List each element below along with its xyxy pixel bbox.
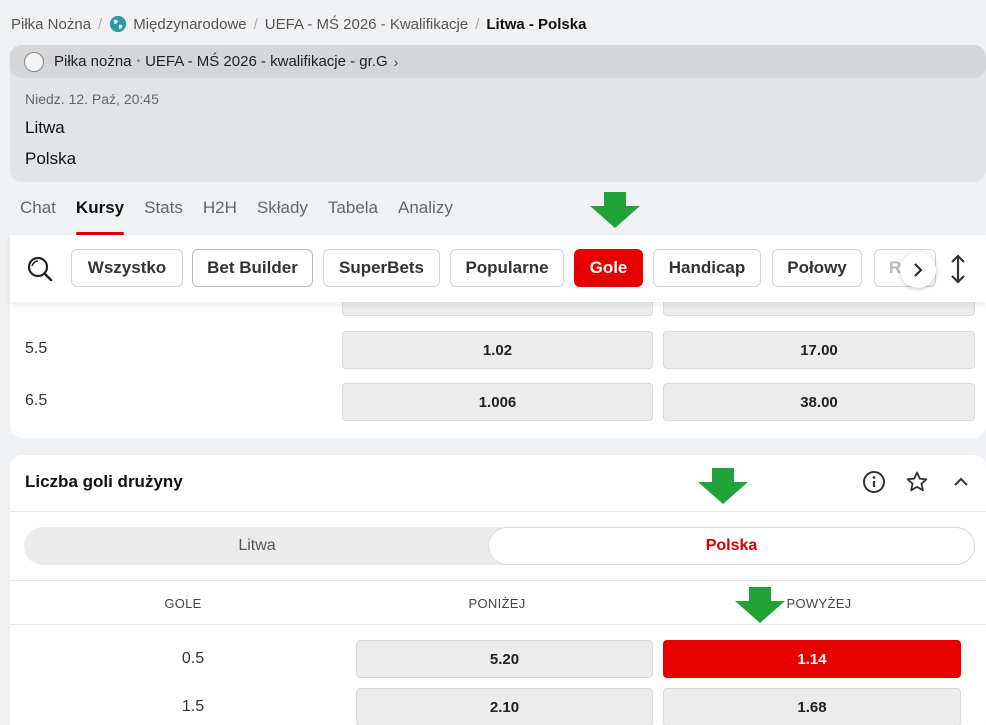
breadcrumb-item-current: Litwa - Polska — [486, 15, 587, 33]
filter-chip-handicap[interactable]: Handicap — [653, 249, 761, 287]
competition-label: UEFA - MŚ 2026 - kwalifikacje - gr.G — [145, 53, 388, 70]
odds-button-over[interactable]: 1.68 — [663, 688, 961, 725]
odds-button-under[interactable]: 1.02 — [342, 331, 653, 369]
breadcrumb-separator: / — [253, 15, 258, 33]
filter-chip-superbets[interactable]: SuperBets — [323, 249, 440, 287]
breadcrumb-separator: / — [98, 15, 103, 33]
filter-chip-gole[interactable]: Gole — [574, 249, 643, 287]
goal-line-label: 0.5 — [181, 650, 205, 667]
tab-tabela[interactable]: Tabela — [318, 195, 388, 235]
column-header-under: PONIŻEJ — [468, 596, 526, 611]
green-down-arrow-icon — [735, 587, 785, 623]
filter-chip-wszystko[interactable]: Wszystko — [71, 249, 183, 287]
event-card: Piłka nożna • UEFA - MŚ 2026 - kwalifika… — [10, 45, 986, 182]
market-title: Liczba goli drużyny — [25, 472, 183, 491]
event-tabs: Chat Kursy Stats H2H Składy Tabela Anali… — [10, 195, 463, 235]
divider — [10, 511, 986, 512]
green-down-arrow-icon — [590, 192, 640, 228]
tab-chat[interactable]: Chat — [10, 195, 66, 235]
goal-line-label: 5.5 — [25, 340, 48, 357]
tab-kursy[interactable]: Kursy — [66, 195, 134, 235]
breadcrumb-item-competition[interactable]: UEFA - MŚ 2026 - Kwalifikacje — [265, 16, 468, 33]
chevron-right-icon: › — [393, 53, 399, 70]
chevron-up-icon[interactable] — [949, 470, 973, 494]
odds-button-under[interactable]: 1.006 — [342, 383, 653, 421]
divider — [10, 580, 986, 581]
chevron-right-icon — [914, 263, 923, 277]
goal-line-label: 1.5 — [181, 698, 205, 715]
market-filter-bar: Wszystko Bet Builder SuperBets Popularne… — [10, 235, 986, 302]
divider — [10, 624, 986, 625]
odds-button-over-selected[interactable]: 1.14 — [663, 640, 961, 678]
filter-chip-popularne[interactable]: Popularne — [450, 249, 564, 287]
filter-chip-bet-builder[interactable]: Bet Builder — [192, 249, 313, 287]
expand-vertical-icon[interactable] — [946, 253, 970, 285]
tab-h2h[interactable]: H2H — [193, 195, 247, 235]
tab-sklady[interactable]: Składy — [247, 195, 318, 235]
event-datetime: Niedz. 12. Paź, 20:45 — [25, 91, 159, 107]
home-team-name: Litwa — [25, 118, 65, 137]
team-selector: Litwa Polska — [24, 527, 975, 565]
green-down-arrow-icon — [698, 468, 748, 504]
team-option-litwa[interactable]: Litwa — [24, 527, 490, 565]
scroll-right-button[interactable] — [900, 252, 936, 288]
total-goals-panel: 1.00 11.00 5.5 1.02 17.00 6.5 1.006 38.0… — [10, 278, 986, 438]
team-goals-market: Liczba goli drużyny Litwa Polska GOLE PO… — [10, 455, 986, 725]
odds-button-under[interactable]: 5.20 — [356, 640, 653, 678]
filter-chip-polowy[interactable]: Połowy — [772, 249, 862, 287]
odds-button-over[interactable]: 17.00 — [663, 331, 975, 369]
tab-analizy[interactable]: Analizy — [388, 195, 463, 235]
globe-icon — [110, 15, 127, 33]
separator-dot: • — [136, 56, 141, 67]
soccer-ball-icon — [24, 51, 44, 72]
team-option-polska[interactable]: Polska — [488, 527, 975, 565]
away-team-name: Polska — [25, 149, 77, 168]
breadcrumb-item-region[interactable]: Międzynarodowe — [133, 16, 246, 33]
star-icon[interactable] — [905, 470, 929, 494]
sport-label: Piłka nożna — [54, 53, 132, 70]
odds-button-over[interactable]: 38.00 — [663, 383, 975, 421]
column-header-goals: GOLE — [164, 596, 202, 611]
search-icon[interactable] — [26, 255, 54, 283]
tab-stats[interactable]: Stats — [134, 195, 193, 235]
odds-button-under[interactable]: 2.10 — [356, 688, 653, 725]
competition-link[interactable]: Piłka nożna • UEFA - MŚ 2026 - kwalifika… — [10, 45, 986, 78]
breadcrumb-separator: / — [475, 15, 480, 33]
breadcrumb-item-sport[interactable]: Piłka Nożna — [11, 16, 91, 33]
info-icon[interactable] — [862, 470, 886, 494]
breadcrumb: Piłka Nożna / Międzynarodowe / UEFA - MŚ… — [11, 14, 586, 34]
goal-line-label: 6.5 — [25, 392, 48, 409]
